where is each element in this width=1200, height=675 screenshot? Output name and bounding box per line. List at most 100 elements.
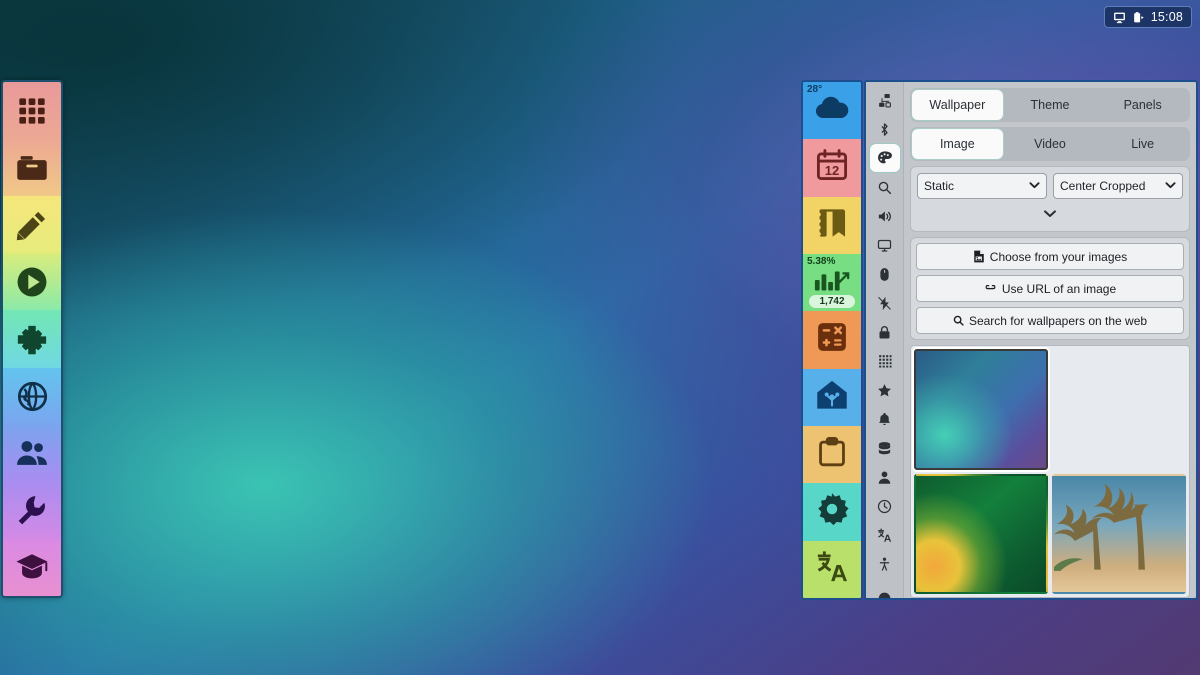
calculator-icon [815,320,849,359]
dock-item-learn[interactable] [3,538,61,596]
rail-item-about[interactable] [870,579,900,598]
tab-image[interactable]: Image [912,129,1003,159]
palm-trees-illustration [1054,483,1149,571]
tab-panels[interactable]: Panels [1097,90,1188,120]
use-url-label: Use URL of an image [1001,281,1117,296]
widget-smart-home[interactable] [803,368,861,426]
smart-home-icon [814,378,850,417]
rail-item-appearance[interactable] [869,144,900,172]
chevron-down-icon [1165,181,1176,192]
tab-theme[interactable]: Theme [1005,90,1096,120]
wallpaper-fit-value: Center Cropped [1060,179,1146,193]
widget-calculator[interactable] [803,311,861,369]
wallpaper-thumb-gradient-green[interactable] [914,474,1048,595]
pencil-icon [16,209,48,241]
dock-item-editor[interactable] [3,196,61,254]
folder-icon [15,151,49,185]
battery-charging-icon[interactable] [1132,11,1145,24]
tab-live[interactable]: Live [1097,129,1188,159]
play-icon [15,265,49,299]
settings-icon-rail[interactable] [866,82,904,598]
chevron-down-icon [1043,207,1057,221]
wallpaper-source-actions: Choose from your images Use URL of an im… [910,237,1190,340]
primary-tabs[interactable]: Wallpaper Theme Panels [910,88,1190,122]
system-status-bar[interactable]: 15:08 [1103,6,1192,28]
app-dock[interactable] [1,80,63,598]
widget-notes[interactable] [803,196,861,254]
display-icon[interactable] [1113,11,1126,24]
widget-tasks[interactable] [803,425,861,484]
secondary-tabs[interactable]: Image Video Live [910,127,1190,161]
search-icon [953,315,964,326]
wallpaper-gallery[interactable] [910,345,1190,598]
dock-item-files[interactable] [3,139,61,197]
appearance-settings-panel[interactable]: Wallpaper Theme Panels Image Video Live … [864,80,1198,600]
widget-strip[interactable]: 28° 12 5.38% 1,742 [801,80,863,600]
rail-item-accessibility[interactable] [870,550,900,578]
rail-item-privacy[interactable] [870,318,900,346]
calendar-icon: 12 [815,148,849,187]
search-web-wallpapers-label: Search for wallpapers on the web [968,313,1148,328]
wallpaper-thumb-gradient-dark[interactable] [1052,349,1186,470]
calendar-day-label: 12 [824,163,840,179]
tab-wallpaper[interactable]: Wallpaper [912,90,1003,120]
dock-item-applications[interactable] [3,82,61,140]
gamepad-icon [16,323,48,355]
rail-item-notifications[interactable] [870,405,900,433]
dock-item-tools[interactable] [3,481,61,539]
widget-stocks[interactable]: 5.38% 1,742 [803,253,861,312]
rail-item-sound[interactable] [870,202,900,230]
dock-item-media-player[interactable] [3,253,61,311]
users-icon [15,436,49,470]
rail-item-search[interactable] [870,173,900,201]
wrench-icon [16,494,48,526]
search-web-wallpapers-button[interactable]: Search for wallpapers on the web [916,307,1184,334]
wallpaper-options-card: Static Center Cropped [910,166,1190,232]
apps-grid-icon [16,95,48,127]
use-url-button[interactable]: Use URL of an image [916,275,1184,302]
rail-item-mouse[interactable] [870,260,900,288]
graduation-icon [15,550,49,584]
clock-label: 15:08 [1150,10,1183,24]
rail-item-users[interactable] [870,463,900,491]
file-image-icon [973,250,985,263]
rail-item-power[interactable] [870,289,900,317]
cloud-icon [812,95,852,126]
rail-item-bluetooth[interactable] [870,115,900,143]
widget-weather[interactable]: 28° [803,82,861,140]
rail-item-display[interactable] [870,231,900,259]
widget-calendar[interactable]: 12 [803,139,861,197]
wallpaper-mode-value: Static [924,179,955,193]
choose-from-images-button[interactable]: Choose from your images [916,243,1184,270]
dock-item-contacts[interactable] [3,424,61,482]
rail-item-date-time[interactable] [870,492,900,520]
choose-from-images-label: Choose from your images [989,249,1128,264]
rail-item-favorites[interactable] [870,376,900,404]
link-icon [984,283,997,294]
dock-item-browser[interactable] [3,367,61,425]
stocks-change-label: 5.38% [807,255,836,267]
notebook-icon [815,206,849,245]
tab-video[interactable]: Video [1005,129,1096,159]
settings-content: Wallpaper Theme Panels Image Video Live … [904,82,1196,598]
expand-more-options-button[interactable] [917,203,1183,225]
rail-item-language[interactable] [870,521,900,549]
widget-translate[interactable] [803,540,861,598]
gear-icon [815,492,849,531]
clipboard-icon [816,435,848,474]
wallpaper-mode-select[interactable]: Static [917,173,1047,199]
rail-item-storage[interactable] [870,434,900,462]
wallpaper-thumb-palm-trees[interactable] [1052,473,1186,594]
rail-item-applications[interactable] [870,347,900,375]
globe-icon [16,380,49,413]
desktop-background: 15:08 28° 12 5.38% 1,742 Wallpaper Theme… [0,0,1200,675]
weather-temperature-label: 28° [807,84,823,95]
wallpaper-option-selects: Static Center Cropped [917,173,1183,199]
widget-settings[interactable] [803,483,861,541]
wallpaper-thumb-gradient-blue[interactable] [914,349,1048,470]
chevron-down-icon [1029,181,1040,192]
dock-item-games[interactable] [3,310,61,368]
wallpaper-fit-select[interactable]: Center Cropped [1053,173,1183,199]
translate-icon [813,550,851,589]
rail-item-network[interactable] [870,86,900,114]
